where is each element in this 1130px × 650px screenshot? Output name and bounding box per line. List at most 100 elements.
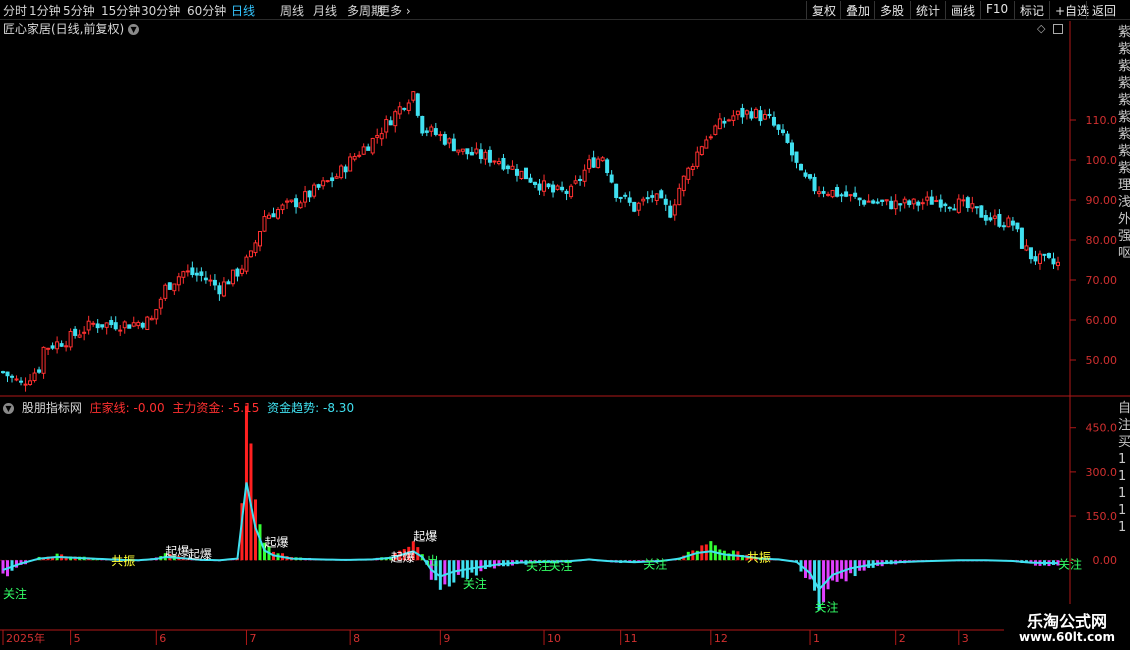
candle-body xyxy=(974,206,979,209)
candle-body xyxy=(875,201,880,204)
candle-body xyxy=(731,115,736,121)
candle-body xyxy=(884,199,889,202)
indicator-bar xyxy=(813,560,817,591)
stock-chart[interactable]: 110.0100.090.0080.0070.0060.0050.00450.0… xyxy=(0,0,1130,650)
side-char: 1 xyxy=(1118,486,1127,501)
candle-body xyxy=(704,139,709,149)
candle-body xyxy=(659,190,664,199)
price-tick-label: 60.00 xyxy=(1086,314,1118,327)
candle-body xyxy=(190,267,195,276)
candle-body xyxy=(384,119,389,133)
candle-body xyxy=(785,133,790,143)
candle-body xyxy=(609,174,614,183)
candle-body xyxy=(442,134,447,145)
candle-body xyxy=(145,316,150,331)
candle-body xyxy=(478,149,483,160)
indicator-side-text: 自注买 1 1 1 1 1 xyxy=(1118,400,1130,630)
chevron-down-icon[interactable]: ▼ xyxy=(3,403,14,414)
candle-body xyxy=(880,199,885,202)
candle-body xyxy=(1006,217,1011,228)
candle-body xyxy=(528,177,533,183)
candle-body xyxy=(113,322,118,330)
candle-body xyxy=(1024,245,1029,251)
indicator-annotation: 关注 xyxy=(1058,557,1082,572)
candle-body xyxy=(221,281,226,297)
side-char: 浅 xyxy=(1118,195,1130,210)
candle-body xyxy=(587,159,592,170)
candle-body xyxy=(280,204,285,211)
candle-body xyxy=(289,199,294,203)
indicator-annotation: 关注 xyxy=(549,558,573,573)
candle-body xyxy=(992,215,997,219)
candle-body xyxy=(28,380,33,386)
candle-body xyxy=(857,197,862,201)
candle-body xyxy=(808,174,813,179)
candle-body xyxy=(73,328,78,336)
candle-body xyxy=(41,346,46,374)
candle-body xyxy=(330,177,335,182)
candle-body xyxy=(677,187,682,206)
candle-body xyxy=(32,372,37,382)
candle-body xyxy=(447,138,452,144)
candle-body xyxy=(469,151,474,156)
candle-body xyxy=(965,197,970,209)
candle-body xyxy=(321,180,326,187)
candle-body xyxy=(154,309,159,320)
candle-body xyxy=(194,272,199,276)
candle-body xyxy=(713,125,718,135)
main-side-text: 紫紫紫紫紫紫紫紫紫理浅外强呕 xyxy=(1118,24,1130,396)
candle-body xyxy=(267,214,272,219)
candle-body xyxy=(514,168,519,176)
candle-body xyxy=(780,129,785,134)
indicator-bar xyxy=(1,560,5,574)
side-char: 紫 xyxy=(1118,110,1130,125)
candle-body xyxy=(181,271,186,278)
candle-body xyxy=(830,189,835,198)
side-char: 1 xyxy=(1118,503,1127,518)
candle-body xyxy=(10,375,15,378)
side-char: 紫 xyxy=(1118,161,1130,176)
candle-body xyxy=(127,324,132,329)
candle-body xyxy=(438,134,443,137)
candle-body xyxy=(262,216,267,232)
indicator-bar xyxy=(831,560,835,581)
indicator-tick-label: 450.0 xyxy=(1086,422,1118,435)
candle-body xyxy=(406,102,411,111)
candle-body xyxy=(420,115,425,134)
indicator-bar xyxy=(443,560,447,585)
candle-body xyxy=(212,279,217,286)
time-tick-label: 7 xyxy=(249,632,256,645)
candle-body xyxy=(762,114,767,120)
trend-line xyxy=(2,482,1058,592)
candle-body xyxy=(68,331,73,348)
candle-body xyxy=(185,270,190,273)
candle-body xyxy=(988,217,993,221)
candle-body xyxy=(316,184,321,188)
candle-body xyxy=(253,242,258,254)
indicator-bar xyxy=(849,560,853,574)
candle-body xyxy=(118,329,123,332)
time-tick-label: 1 xyxy=(813,632,820,645)
candle-body xyxy=(740,107,745,118)
candle-body xyxy=(776,124,781,130)
candle-body xyxy=(573,180,578,184)
candle-body xyxy=(393,111,398,127)
candle-body xyxy=(789,142,794,156)
candle-body xyxy=(1,371,5,374)
indicator-bar xyxy=(858,560,862,571)
candle-body xyxy=(835,187,840,197)
candle-body xyxy=(551,184,556,193)
candle-body xyxy=(596,158,601,169)
candle-body xyxy=(952,208,957,211)
indicator-annotation: 关注 xyxy=(526,558,550,573)
candle-body xyxy=(555,185,560,190)
candle-body xyxy=(866,200,871,203)
side-char: 1 xyxy=(1118,452,1127,467)
zhuli-value: 主力资金: -5.15 xyxy=(172,401,260,415)
candle-body xyxy=(1046,253,1051,258)
candle-body xyxy=(158,298,163,309)
candle-body xyxy=(569,185,574,198)
candle-body xyxy=(735,110,740,116)
candle-body xyxy=(889,200,894,210)
candle-body xyxy=(140,322,145,328)
